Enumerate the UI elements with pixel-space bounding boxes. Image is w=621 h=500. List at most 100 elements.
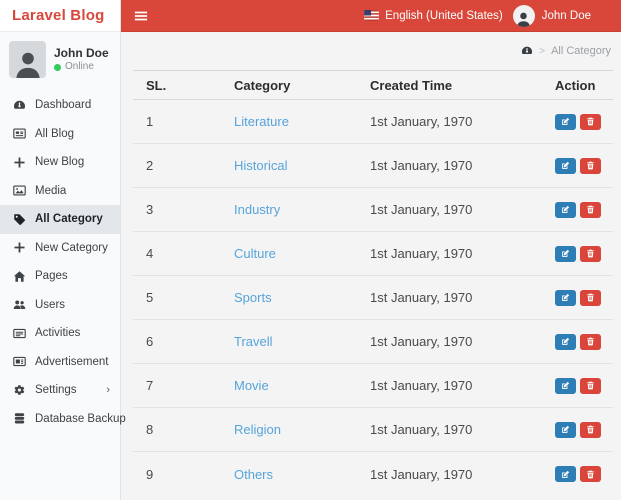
cell-created-time: 1st January, 1970 xyxy=(370,334,473,349)
sidebar-item-database-backup[interactable]: Database Backup xyxy=(0,405,126,434)
cell-created-time: 1st January, 1970 xyxy=(370,158,473,173)
trash-icon xyxy=(586,293,595,302)
sidebar-item-pages[interactable]: Pages xyxy=(0,262,120,291)
header-created: Created Time xyxy=(370,77,453,93)
table-row: 1 Literature 1st January, 1970 xyxy=(133,100,613,144)
cell-sl: 4 xyxy=(146,246,154,261)
sidebar-menu: Dashboard All Blog New Blog Media All Ca… xyxy=(0,91,126,434)
hamburger-icon[interactable] xyxy=(133,9,149,23)
trash-icon xyxy=(586,470,595,479)
edit-icon xyxy=(561,205,570,214)
delete-button[interactable] xyxy=(580,333,601,350)
delete-button[interactable] xyxy=(580,245,601,262)
sidebar-item-dashboard[interactable]: Dashboard xyxy=(0,91,120,120)
tag-icon xyxy=(13,213,26,226)
category-link[interactable]: Movie xyxy=(234,378,269,393)
cell-created-time: 1st January, 1970 xyxy=(370,246,473,261)
person-icon xyxy=(9,41,46,78)
table-row: 6 Travell 1st January, 1970 xyxy=(133,320,613,364)
table-row: 8 Religion 1st January, 1970 xyxy=(133,408,613,452)
cell-created-time: 1st January, 1970 xyxy=(370,422,473,437)
ad-icon xyxy=(13,355,26,368)
category-table: SL. Category Created Time Action 1 Liter… xyxy=(133,70,613,496)
category-link[interactable]: Travell xyxy=(234,334,273,349)
trash-icon xyxy=(586,205,595,214)
sidebar-item-media[interactable]: Media xyxy=(0,177,120,206)
sidebar-item-new-blog[interactable]: New Blog xyxy=(0,148,120,177)
user-menu[interactable]: John Doe xyxy=(512,4,591,27)
dashboard-icon[interactable] xyxy=(521,45,533,57)
activities-icon xyxy=(13,327,26,340)
edit-button[interactable] xyxy=(555,113,576,130)
sidebar-item-all-category[interactable]: All Category xyxy=(0,205,120,234)
cell-sl: 8 xyxy=(146,422,154,437)
profile-name: John Doe xyxy=(54,45,109,60)
sidebar-item-label: All Category xyxy=(35,213,103,226)
trash-icon xyxy=(586,381,595,390)
delete-button[interactable] xyxy=(580,377,601,394)
delete-button[interactable] xyxy=(580,157,601,174)
edit-button[interactable] xyxy=(555,333,576,350)
category-link[interactable]: Industry xyxy=(234,202,280,217)
category-link[interactable]: Literature xyxy=(234,114,289,129)
sidebar-profile: John Doe Online xyxy=(0,32,120,87)
trash-icon xyxy=(586,117,595,126)
sidebar-item-label: New Blog xyxy=(35,156,85,169)
edit-icon xyxy=(561,425,570,434)
sidebar-item-label: New Category xyxy=(35,241,108,254)
table-row: 4 Culture 1st January, 1970 xyxy=(133,232,613,276)
category-link[interactable]: Sports xyxy=(234,290,272,305)
plus-icon xyxy=(13,241,26,254)
edit-button[interactable] xyxy=(555,245,576,262)
table-row: 9 Others 1st January, 1970 xyxy=(133,452,613,496)
sidebar-item-label: Activities xyxy=(35,327,81,340)
topbar: English (United States) John Doe xyxy=(121,0,621,32)
blog-icon xyxy=(13,127,26,140)
sidebar-item-activities[interactable]: Activities xyxy=(0,319,120,348)
delete-button[interactable] xyxy=(580,466,601,482)
brand-title[interactable]: Laravel Blog xyxy=(0,0,120,32)
trash-icon xyxy=(586,425,595,434)
header-category: Category xyxy=(234,77,291,93)
edit-icon xyxy=(561,293,570,302)
delete-button[interactable] xyxy=(580,201,601,218)
cell-sl: 7 xyxy=(146,378,154,393)
table-row: 2 Historical 1st January, 1970 xyxy=(133,144,613,188)
table-header-row: SL. Category Created Time Action xyxy=(133,70,613,100)
person-icon xyxy=(512,4,535,27)
sidebar-item-users[interactable]: Users xyxy=(0,291,120,320)
cell-created-time: 1st January, 1970 xyxy=(370,114,473,129)
sidebar-item-new-category[interactable]: New Category xyxy=(0,234,120,263)
sidebar-item-settings[interactable]: Settings › xyxy=(0,376,120,405)
cell-created-time: 1st January, 1970 xyxy=(370,290,473,305)
edit-button[interactable] xyxy=(555,466,576,482)
table-row: 5 Sports 1st January, 1970 xyxy=(133,276,613,320)
edit-button[interactable] xyxy=(555,377,576,394)
edit-button[interactable] xyxy=(555,201,576,218)
sidebar-item-all-blog[interactable]: All Blog xyxy=(0,120,120,149)
delete-button[interactable] xyxy=(580,421,601,438)
header-action: Action xyxy=(555,77,596,93)
cell-sl: 2 xyxy=(146,158,154,173)
sidebar-item-label: Users xyxy=(35,298,66,311)
breadcrumb: > All Category xyxy=(121,32,621,70)
language-selector[interactable]: English (United States) xyxy=(364,10,503,22)
edit-icon xyxy=(561,470,570,479)
category-link[interactable]: Historical xyxy=(234,158,287,173)
category-link[interactable]: Culture xyxy=(234,246,276,261)
breadcrumb-separator: > xyxy=(539,45,546,57)
user-name: John Doe xyxy=(541,9,591,22)
edit-button[interactable] xyxy=(555,421,576,438)
cell-created-time: 1st January, 1970 xyxy=(370,202,473,217)
edit-icon xyxy=(561,161,570,170)
category-link[interactable]: Religion xyxy=(234,422,281,437)
edit-button[interactable] xyxy=(555,289,576,306)
sidebar: Laravel Blog John Doe Online Dashboard A… xyxy=(0,0,126,500)
delete-button[interactable] xyxy=(580,289,601,306)
sidebar-item-label: Advertisement xyxy=(35,355,109,368)
users-icon xyxy=(13,298,26,311)
edit-button[interactable] xyxy=(555,157,576,174)
delete-button[interactable] xyxy=(580,113,601,130)
sidebar-item-advertisement[interactable]: Advertisement xyxy=(0,348,120,377)
category-link[interactable]: Others xyxy=(234,467,273,482)
